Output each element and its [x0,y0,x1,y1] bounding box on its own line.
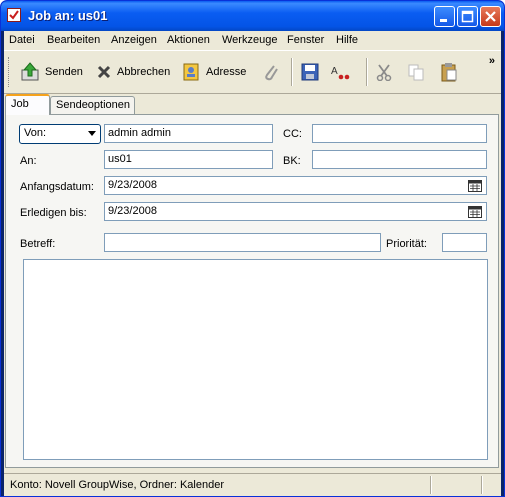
from-dropdown-label: Von: [24,127,47,139]
to-field[interactable]: us01 [104,150,273,169]
copy-icon [408,64,424,81]
menu-hilfe[interactable]: Hilfe [336,34,358,46]
cancel-label: Abbrechen [117,66,171,78]
start-date-field[interactable]: 9/23/2008 [104,176,487,195]
due-date-label: Erledigen bis: [20,207,87,219]
save-button[interactable] [301,59,324,85]
cc-label: CC: [283,128,302,140]
toolbar-grip[interactable] [8,57,12,87]
job-tab-panel: Von: admin admin CC: An: us01 BK: Anfang… [5,114,499,468]
cc-field[interactable] [312,124,487,143]
minimize-icon [440,19,447,22]
cancel-button[interactable]: Abbrechen [96,59,170,85]
application-window: Job an: us01 Datei Bearbeiten Anzeigen A… [0,0,505,497]
cut-button[interactable] [375,59,398,85]
tab-job[interactable]: Job [5,94,50,115]
calendar-icon[interactable] [468,206,482,218]
start-date-label: Anfangsdatum: [20,181,94,193]
to-label: An: [20,155,37,167]
close-button[interactable] [480,6,501,27]
attach-button[interactable] [262,59,285,85]
paste-clipboard-icon [441,63,457,82]
address-label: Adresse [206,66,247,78]
status-bar: Konto: Novell GroupWise, Ordner: Kalende… [4,473,501,496]
status-divider [481,476,483,494]
due-date-field[interactable]: 9/23/2008 [104,202,487,221]
minimize-button[interactable] [434,6,455,27]
toolbar: Senden Abbrechen Adresse A » [4,50,501,94]
menu-aktionen[interactable]: Aktionen [167,34,210,46]
send-icon [21,62,39,81]
title-bar[interactable]: Job an: us01 [1,1,504,31]
menu-werkzeuge[interactable]: Werkzeuge [222,34,277,46]
client-area: Datei Bearbeiten Anzeigen Aktionen Werkz… [4,31,501,496]
menu-bar: Datei Bearbeiten Anzeigen Aktionen Werkz… [4,31,501,49]
menu-fenster[interactable]: Fenster [287,34,324,46]
paperclip-icon [265,65,278,81]
address-button[interactable]: Adresse [181,59,246,85]
subject-label: Betreff: [20,238,56,250]
menu-bearbeiten[interactable]: Bearbeiten [47,34,100,46]
priority-label: Priorität: [386,238,427,250]
copy-button[interactable] [407,59,430,85]
cancel-x-icon [97,65,111,79]
scissors-icon [376,64,392,81]
bcc-field[interactable] [312,150,487,169]
address-book-icon [183,63,199,81]
toolbar-separator [366,58,368,86]
from-dropdown[interactable]: Von: [19,124,101,144]
send-label: Senden [45,66,83,78]
toolbar-overflow-chevron[interactable]: » [489,55,495,67]
send-button[interactable]: Senden [20,59,83,85]
maximize-button[interactable] [457,6,478,27]
status-text: Konto: Novell GroupWise, Ordner: Kalende… [10,479,224,491]
tab-strip: Job Sendeoptionen [4,94,501,115]
toolbar-separator [291,58,293,86]
maximize-icon [461,10,474,23]
chevron-down-icon [88,131,96,136]
menu-anzeigen[interactable]: Anzeigen [111,34,157,46]
svg-text:A: A [331,66,338,77]
bcc-label: BK: [283,155,301,167]
from-field[interactable]: admin admin [104,124,273,143]
status-divider [430,476,432,494]
spell-check-icon: A [331,66,350,80]
save-disk-icon [301,63,319,81]
menu-datei[interactable]: Datei [9,34,35,46]
tab-sendeoptionen[interactable]: Sendeoptionen [50,96,135,114]
spell-check-button[interactable]: A [331,59,358,85]
task-check-icon [7,8,21,22]
close-icon [485,11,496,22]
window-title: Job an: us01 [28,8,108,23]
priority-field[interactable] [442,233,487,252]
calendar-icon[interactable] [468,180,482,192]
paste-button[interactable] [440,59,463,85]
subject-field[interactable] [104,233,381,252]
message-body-textarea[interactable] [23,259,488,460]
